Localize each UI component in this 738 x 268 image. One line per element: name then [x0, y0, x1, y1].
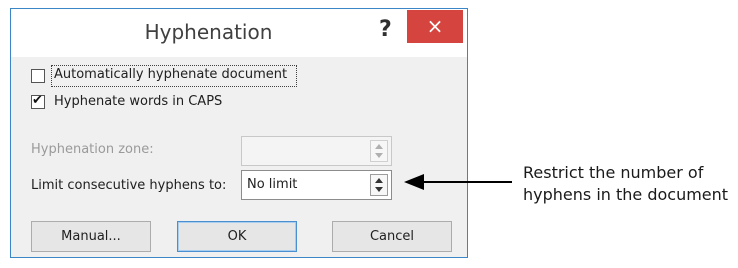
annotation-line-1: Restrict the number of [523, 163, 704, 182]
annotation-text: Restrict the number of hyphens in the do… [523, 162, 737, 206]
annotation-line-2: hyphens in the document [523, 185, 729, 204]
callout-arrow [404, 174, 512, 190]
